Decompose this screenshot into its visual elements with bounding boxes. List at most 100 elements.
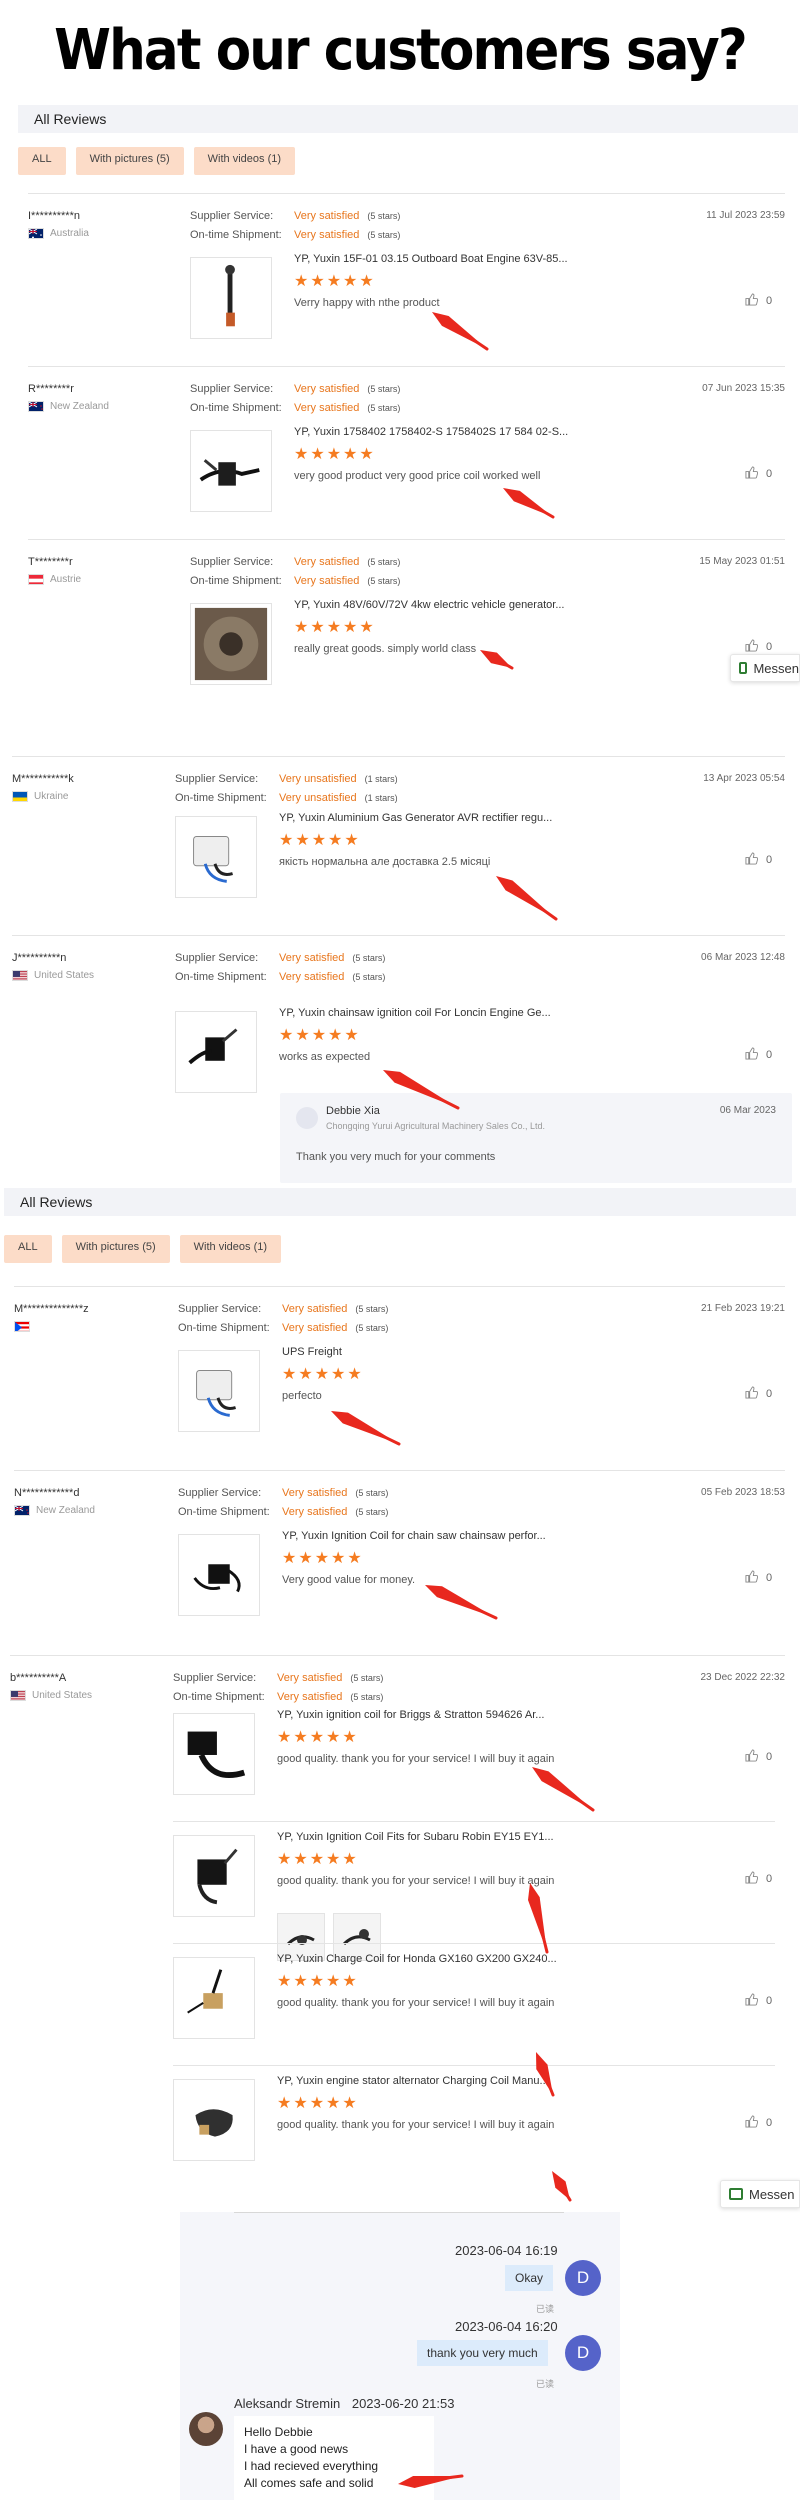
product-title[interactable]: YP, Yuxin Ignition Coil for chain saw ch… <box>282 1530 546 1542</box>
rating-count: (5 stars) <box>367 230 401 240</box>
product-thumbnail[interactable] <box>173 2079 255 2161</box>
product-thumbnail[interactable] <box>178 1350 260 1432</box>
filter-videos-button[interactable]: With videos (1) <box>193 147 296 175</box>
rating-label: Supplier Service: <box>178 1487 262 1499</box>
rating-count: (5 stars) <box>367 557 401 567</box>
product-title[interactable]: YP, Yuxin 1758402 1758402-S 1758402S 17 … <box>294 426 568 438</box>
product-thumbnail[interactable] <box>173 1835 255 1917</box>
like-button[interactable]: 0 <box>745 639 772 655</box>
thumbs-up-icon <box>745 466 759 482</box>
product-thumbnail[interactable] <box>190 430 272 512</box>
reviewer-country: New Zealand <box>14 1505 95 1516</box>
rating-label: On-time Shipment: <box>178 1506 270 1518</box>
thumbs-up-icon <box>745 1993 759 2009</box>
thumbs-up-icon <box>745 639 759 655</box>
thumbs-up-icon <box>745 1047 759 1063</box>
star-rating: ★★★★★ <box>294 619 376 636</box>
review-text: good quality. thank you for your service… <box>277 1875 555 1887</box>
on-time-shipment-row: On-time Shipment: Very satisfied (5 stars) <box>175 971 385 983</box>
like-button[interactable]: 0 <box>745 852 772 868</box>
all-reviews-header-2: All Reviews <box>4 1188 796 1216</box>
annotation-arrow <box>383 1070 460 1110</box>
filter-all-button[interactable]: ALL <box>4 1235 52 1263</box>
like-button[interactable]: 0 <box>745 293 772 309</box>
rating-label: On-time Shipment: <box>175 792 267 804</box>
country-name: United States <box>34 970 95 981</box>
filter-pictures-button[interactable]: With pictures (5) <box>75 147 184 175</box>
like-button[interactable]: 0 <box>745 1386 772 1402</box>
supplier-service-row: Supplier Service: Very satisfied (5 stars) <box>178 1303 388 1315</box>
product-title[interactable]: UPS Freight <box>282 1346 342 1358</box>
read-status: 已读 <box>536 2304 555 2314</box>
like-button[interactable]: 0 <box>745 466 772 482</box>
product-thumbnail[interactable] <box>190 603 272 685</box>
reviewer-name: I**********n <box>28 210 80 222</box>
messenger-label: Messen <box>749 2186 795 2202</box>
on-time-shipment-row: On-time Shipment: Very satisfied (5 stars) <box>173 1691 383 1703</box>
outgoing-message: thank you very much <box>417 2340 548 2366</box>
annotation-arrow <box>425 1585 498 1620</box>
rating-value: Very satisfied <box>282 1506 348 1518</box>
review-item <box>10 1655 785 1656</box>
like-button[interactable]: 0 <box>745 1047 772 1063</box>
thumbs-up-icon <box>745 1570 759 1586</box>
review-text: perfecto <box>282 1390 322 1402</box>
product-title[interactable]: YP, Yuxin ignition coil for Briggs & Str… <box>277 1709 544 1721</box>
filter-all-button[interactable]: ALL <box>18 147 66 175</box>
filter-pictures-button[interactable]: With pictures (5) <box>61 1235 170 1263</box>
country-flag-icon <box>14 1321 30 1332</box>
reviewer-country <box>14 1321 36 1332</box>
annotation-arrow <box>532 1767 595 1812</box>
like-count: 0 <box>766 641 773 653</box>
rating-value: Very satisfied <box>282 1303 348 1315</box>
product-title[interactable]: YP, Yuxin 15F-01 03.15 Outboard Boat Eng… <box>294 253 568 265</box>
rating-value: Very satisfied <box>294 575 360 587</box>
star-rating: ★★★★★ <box>294 273 376 290</box>
annotation-arrow <box>528 1883 549 1954</box>
product-title[interactable]: YP, Yuxin 48V/60V/72V 4kw electric vehic… <box>294 599 564 611</box>
user-avatar: D <box>565 2260 601 2296</box>
outgoing-message: Okay <box>505 2265 554 2291</box>
review-text: якість нормальна але доставка 2.5 місяці <box>279 856 491 868</box>
filter-videos-button[interactable]: With videos (1) <box>179 1235 282 1263</box>
messenger-button-2[interactable]: Messen <box>720 2180 800 2208</box>
divider <box>173 2065 775 2066</box>
rating-value: Very satisfied <box>279 952 345 964</box>
product-title[interactable]: YP, Yuxin chainsaw ignition coil For Lon… <box>279 1007 551 1019</box>
country-flag-icon <box>12 791 28 802</box>
reviewer-name: N************d <box>14 1487 80 1499</box>
on-time-shipment-row: On-time Shipment: Very satisfied (5 stars) <box>178 1322 388 1334</box>
rating-count: (5 stars) <box>367 211 401 221</box>
product-thumbnail[interactable] <box>175 1011 257 1093</box>
rating-count: (5 stars) <box>367 403 401 413</box>
product-thumbnail[interactable] <box>178 1534 260 1616</box>
rating-count: (5 stars) <box>367 576 401 586</box>
reviewer-country: New Zealand <box>28 401 109 412</box>
star-rating: ★★★★★ <box>277 1973 359 1990</box>
messenger-button[interactable]: Messen <box>730 654 800 682</box>
thumbs-up-icon <box>745 1749 759 1765</box>
reviewer-name: R********r <box>28 383 74 395</box>
product-title[interactable]: YP, Yuxin Aluminium Gas Generator AVR re… <box>279 812 552 824</box>
product-thumbnail[interactable] <box>173 1957 255 2039</box>
like-button[interactable]: 0 <box>745 1749 772 1765</box>
chat-icon <box>729 2188 743 2200</box>
product-title[interactable]: YP, Yuxin Ignition Coil Fits for Subaru … <box>277 1831 554 1843</box>
reviewer-name: J**********n <box>12 952 67 964</box>
product-thumbnail[interactable] <box>175 816 257 898</box>
product-thumbnail[interactable] <box>173 1713 255 1795</box>
review-filters: ALL With pictures (5) With videos (1) <box>18 147 296 175</box>
rating-value: Very satisfied <box>279 971 345 983</box>
like-button[interactable]: 0 <box>745 1871 772 1887</box>
product-title[interactable]: YP, Yuxin Charge Coil for Honda GX160 GX… <box>277 1953 557 1965</box>
like-button[interactable]: 0 <box>745 1993 772 2009</box>
rating-value: Very satisfied <box>294 210 360 222</box>
thumbs-up-icon <box>745 2115 759 2131</box>
product-title[interactable]: YP, Yuxin engine stator alternator Charg… <box>277 2075 549 2087</box>
reviewer-country: United States <box>12 970 94 981</box>
like-button[interactable]: 0 <box>745 2115 772 2131</box>
rating-label: Supplier Service: <box>190 556 274 568</box>
product-thumbnail[interactable] <box>190 257 272 339</box>
like-button[interactable]: 0 <box>745 1570 772 1586</box>
country-flag-icon <box>12 970 28 981</box>
